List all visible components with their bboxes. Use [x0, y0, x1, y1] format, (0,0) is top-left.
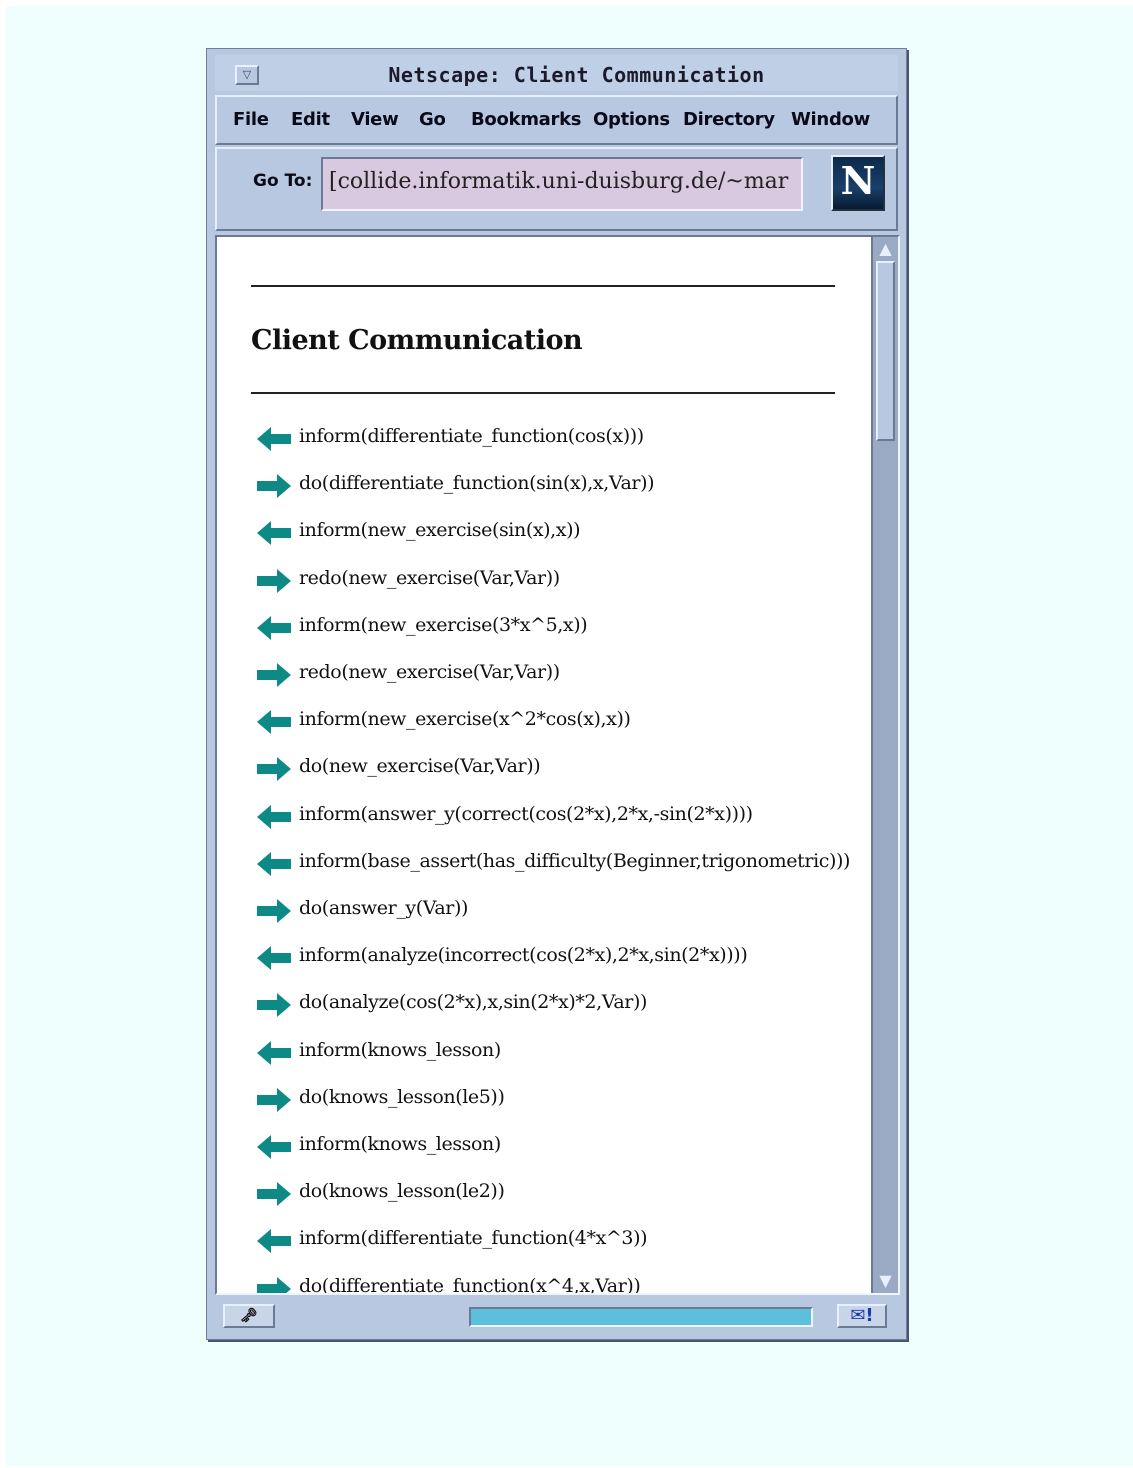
menu-options[interactable]: Options — [593, 109, 670, 130]
message-text: redo(new_exercise(Var,Var)) — [299, 566, 560, 589]
menu-view[interactable]: View — [351, 109, 399, 130]
browser-window: ▽ Netscape: Client Communication File Ed… — [206, 48, 907, 1340]
window-title: Netscape: Client Communication — [388, 63, 765, 87]
scroll-down-icon[interactable]: ▼ — [876, 1271, 895, 1291]
arrow-left-icon — [257, 946, 291, 971]
scroll-up-icon[interactable]: ▲ — [876, 239, 895, 259]
location-bar: Go To: [collide.informatik.uni-duisburg.… — [215, 147, 898, 231]
message-text: inform(base_assert(has_difficulty(Beginn… — [299, 849, 851, 872]
message-text: inform(differentiate_function(4*x^3)) — [299, 1227, 648, 1250]
message-row: inform(differentiate_function(cos(x))) — [257, 423, 857, 463]
message-row: inform(new_exercise(3*x^5,x)) — [257, 612, 857, 652]
message-row: inform(analyze(incorrect(cos(2*x),2*x,si… — [257, 942, 857, 982]
arrow-right-icon — [257, 663, 291, 687]
arrow-left-icon — [257, 851, 291, 876]
message-row: inform(answer_y(correct(cos(2*x),2*x,-si… — [257, 801, 857, 841]
horizontal-rule — [251, 392, 835, 394]
page-content[interactable]: Client Communication inform(differentiat… — [217, 237, 871, 1293]
menu-bar: File Edit View Go Bookmarks Options Dire… — [215, 95, 898, 145]
message-row: do(new_exercise(Var,Var)) — [257, 753, 857, 793]
arrow-right-icon — [257, 1087, 291, 1112]
title-bar[interactable]: ▽ Netscape: Client Communication — [215, 55, 898, 91]
message-text: do(knows_lesson(le5)) — [299, 1085, 505, 1108]
arrow-left-icon — [257, 615, 291, 640]
horizontal-rule — [251, 285, 835, 287]
menu-window[interactable]: Window — [791, 109, 870, 130]
vertical-scrollbar[interactable]: ▲ ▼ — [871, 237, 898, 1293]
message-text: inform(new_exercise(x^2*cos(x),x)) — [299, 708, 631, 731]
message-text: do(analyze(cos(2*x),x,sin(2*x)*2,Var)) — [299, 991, 647, 1014]
arrow-left-icon — [257, 521, 291, 546]
message-text: inform(new_exercise(sin(x),x)) — [299, 519, 581, 542]
message-row: do(knows_lesson(le2)) — [257, 1178, 857, 1218]
page-heading: Client Communication — [251, 325, 583, 356]
arrow-left-icon — [257, 1040, 291, 1065]
security-key-icon[interactable]: 🗝 — [223, 1304, 275, 1328]
message-row: redo(new_exercise(Var,Var)) — [257, 659, 857, 699]
arrow-right-icon — [257, 1276, 291, 1293]
message-row: inform(knows_lesson) — [257, 1131, 857, 1171]
message-text: do(new_exercise(Var,Var)) — [299, 755, 541, 778]
arrow-left-icon — [257, 427, 291, 451]
scroll-thumb[interactable] — [876, 261, 895, 441]
arrow-right-icon — [257, 568, 291, 593]
message-text: inform(analyze(incorrect(cos(2*x),2*x,si… — [299, 944, 748, 967]
message-row: inform(differentiate_function(4*x^3)) — [257, 1225, 857, 1265]
arrow-right-icon — [257, 993, 291, 1018]
arrow-right-icon — [257, 899, 291, 923]
message-text: do(answer_y(Var)) — [299, 897, 468, 919]
message-row: inform(base_assert(has_difficulty(Beginn… — [257, 848, 857, 888]
arrow-left-icon — [257, 804, 291, 829]
message-text: do(differentiate_function(sin(x),x,Var)) — [299, 472, 655, 495]
menu-edit[interactable]: Edit — [291, 109, 330, 130]
menu-directory[interactable]: Directory — [683, 109, 775, 130]
message-text: inform(knows_lesson) — [299, 1133, 501, 1155]
goto-label: Go To: — [253, 171, 313, 191]
menu-bookmarks[interactable]: Bookmarks — [471, 109, 581, 130]
progress-bar — [469, 1307, 813, 1327]
message-row: do(differentiate_function(x^4,x,Var)) — [257, 1273, 857, 1293]
message-row: do(knows_lesson(le5)) — [257, 1084, 857, 1124]
message-row: redo(new_exercise(Var,Var)) — [257, 565, 857, 605]
arrow-left-icon — [257, 1135, 291, 1159]
url-input[interactable]: [collide.informatik.uni-duisburg.de/~mar — [321, 157, 803, 211]
message-text: do(differentiate_function(x^4,x,Var)) — [299, 1274, 641, 1293]
message-row: do(analyze(cos(2*x),x,sin(2*x)*2,Var)) — [257, 989, 857, 1029]
netscape-logo-icon[interactable]: N — [831, 155, 885, 211]
message-text: redo(new_exercise(Var,Var)) — [299, 661, 560, 683]
arrow-left-icon — [257, 710, 291, 735]
message-row: inform(new_exercise(x^2*cos(x),x)) — [257, 706, 857, 746]
arrow-right-icon — [257, 757, 291, 782]
content-frame: Client Communication inform(differentiat… — [215, 235, 900, 1295]
arrow-right-icon — [257, 1182, 291, 1207]
menu-file[interactable]: File — [233, 109, 269, 130]
arrow-right-icon — [257, 474, 291, 499]
mail-icon[interactable]: ✉! — [837, 1304, 887, 1328]
message-text: inform(answer_y(correct(cos(2*x),2*x,-si… — [299, 802, 753, 825]
message-row: inform(new_exercise(sin(x),x)) — [257, 517, 857, 557]
message-row: do(answer_y(Var)) — [257, 895, 857, 935]
message-text: inform(knows_lesson) — [299, 1038, 501, 1061]
status-bar: 🗝 ✉! — [215, 1299, 898, 1333]
message-text: do(knows_lesson(le2)) — [299, 1180, 505, 1203]
window-menu-button[interactable]: ▽ — [235, 65, 259, 85]
message-row: inform(knows_lesson) — [257, 1037, 857, 1077]
message-text: inform(new_exercise(3*x^5,x)) — [299, 613, 588, 636]
message-text: inform(differentiate_function(cos(x))) — [299, 425, 644, 447]
arrow-left-icon — [257, 1229, 291, 1254]
menu-go[interactable]: Go — [419, 109, 446, 130]
message-row: do(differentiate_function(sin(x),x,Var)) — [257, 470, 857, 510]
